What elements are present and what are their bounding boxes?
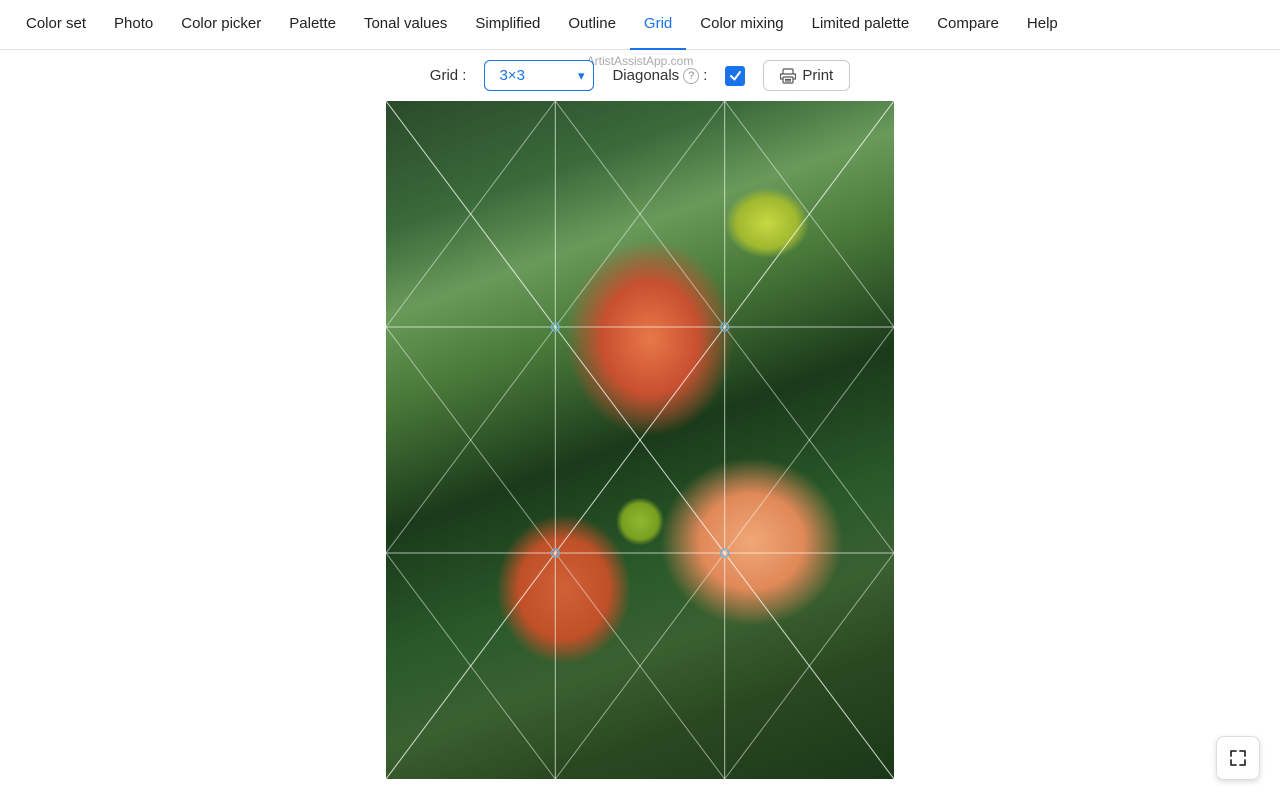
main-nav: Color setPhotoColor pickerPaletteTonal v… (0, 0, 1280, 50)
grid-label: Grid : (430, 67, 467, 84)
fullscreen-icon (1228, 748, 1248, 768)
nav-item-compare[interactable]: Compare (923, 0, 1013, 50)
image-area (0, 101, 1280, 789)
flower-image (386, 101, 894, 779)
grid-select[interactable]: 2×23×34×45×56×6 (484, 60, 594, 91)
print-icon (780, 68, 796, 84)
diagonals-checkbox[interactable] (725, 66, 745, 86)
nav-item-color-set[interactable]: Color set (12, 0, 100, 50)
image-wrapper (386, 101, 894, 779)
print-label: Print (802, 67, 833, 84)
brand-text: ArtistAssistApp.com (587, 50, 694, 68)
grid-select-wrapper: 2×23×34×45×56×6 ▾ (484, 60, 594, 91)
nav-item-limited-palette[interactable]: Limited palette (798, 0, 924, 50)
nav-item-color-picker[interactable]: Color picker (167, 0, 275, 50)
toolbar: ArtistAssistApp.com Grid : 2×23×34×45×56… (0, 50, 1280, 101)
nav-item-color-mixing[interactable]: Color mixing (686, 0, 797, 50)
nav-item-simplified[interactable]: Simplified (461, 0, 554, 50)
help-icon[interactable]: ? (683, 68, 699, 84)
nav-item-photo[interactable]: Photo (100, 0, 167, 50)
nav-item-grid[interactable]: Grid (630, 0, 686, 50)
nav-item-palette[interactable]: Palette (275, 0, 350, 50)
fullscreen-button[interactable] (1216, 736, 1260, 780)
nav-item-help[interactable]: Help (1013, 0, 1072, 50)
nav-item-tonal-values[interactable]: Tonal values (350, 0, 461, 50)
print-button[interactable]: Print (763, 60, 850, 91)
nav-item-outline[interactable]: Outline (554, 0, 630, 50)
diagonals-label: Diagonals ? : (612, 67, 707, 84)
